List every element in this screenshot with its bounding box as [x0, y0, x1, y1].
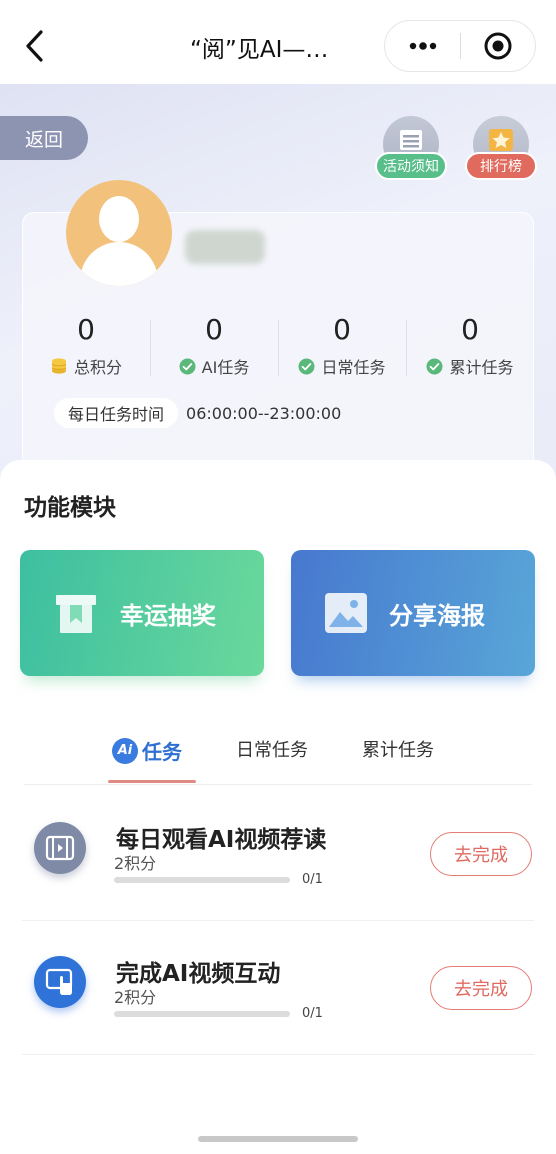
film-icon: [34, 822, 86, 874]
go-complete-button[interactable]: 去完成: [430, 832, 532, 876]
daily-task-time-row: 每日任务时间 06:00:00--23:00:00: [54, 398, 341, 428]
stat-label-row: 日常任务: [278, 354, 406, 378]
tab-ai-tasks[interactable]: Ai 任务: [112, 736, 182, 765]
stat-total-points: 0 总积分: [22, 310, 150, 390]
back-arrow-icon[interactable]: [14, 26, 54, 66]
check-circle-icon: [179, 358, 196, 375]
stat-label-row: AI任务: [150, 354, 278, 378]
section-title: 功能模块: [24, 495, 116, 521]
mini-program-capsule: [384, 20, 536, 72]
task-progress-text: 0/1: [302, 872, 323, 887]
task-item: 完成AI视频互动 2积分 0/1 去完成: [22, 920, 534, 1054]
tab-ai-label: 任务: [142, 740, 182, 764]
stat-label: AI任务: [201, 358, 250, 377]
lucky-draw-label: 幸运抽奖: [120, 601, 216, 630]
stat-label: 总积分: [73, 358, 122, 377]
check-circle-icon: [426, 358, 443, 375]
task-progress-text: 0/1: [302, 1006, 323, 1021]
tabs-divider: [24, 784, 532, 785]
task-points: 2积分: [114, 988, 157, 1007]
active-tab-indicator: [108, 780, 196, 783]
rank-label: 排行榜: [465, 152, 537, 180]
task-points: 2积分: [114, 854, 157, 873]
stat-label: 日常任务: [321, 358, 386, 377]
task-tabs: Ai 任务 日常任务 累计任务: [0, 730, 556, 786]
image-icon: [323, 590, 369, 636]
daily-task-time-label: 每日任务时间: [54, 398, 179, 428]
top-navbar: “阅”见AI—…: [0, 0, 556, 90]
stat-value: 0: [461, 313, 479, 346]
stat-value: 0: [205, 313, 223, 346]
stat-ai-tasks: 0 AI任务: [150, 310, 278, 390]
coin-stack-icon: [50, 357, 68, 375]
stat-value: 0: [77, 313, 95, 346]
stat-label-row: 累计任务: [406, 354, 534, 378]
check-circle-icon: [298, 358, 315, 375]
touch-screen-icon: [34, 956, 86, 1008]
share-poster-label: 分享海报: [389, 601, 485, 630]
username-blurred: [185, 230, 265, 264]
task-title: 完成AI视频互动: [116, 961, 281, 987]
page-title: “阅”见AI—…: [190, 37, 329, 62]
stat-label: 累计任务: [449, 358, 514, 377]
task-progress-bar: [114, 1011, 290, 1017]
avatar-head: [99, 196, 139, 242]
task-title: 每日观看AI视频荐读: [116, 827, 327, 853]
back-button[interactable]: 返回: [0, 116, 88, 160]
task-progress-bar: [114, 877, 290, 883]
more-options-icon[interactable]: [385, 21, 460, 71]
activity-notice-button[interactable]: 活动须知: [375, 116, 447, 186]
stat-cumulative-tasks: 0 累计任务: [406, 310, 534, 390]
go-complete-button[interactable]: 去完成: [430, 966, 532, 1010]
ranking-button[interactable]: 排行榜: [465, 116, 537, 186]
stat-label-row: 总积分: [22, 354, 150, 378]
gift-bookmark-icon: [52, 589, 100, 637]
tab-cumulative-tasks[interactable]: 累计任务: [362, 736, 434, 762]
task-item: 每日观看AI视频荐读 2积分 0/1 去完成: [22, 786, 534, 920]
home-indicator: [198, 1136, 358, 1142]
tab-daily-tasks[interactable]: 日常任务: [236, 736, 308, 762]
ai-badge-icon: Ai: [112, 737, 138, 764]
notice-label: 活动须知: [375, 152, 447, 180]
avatar-body: [80, 242, 158, 286]
share-poster-button[interactable]: 分享海报: [291, 550, 535, 676]
close-mini-program-icon[interactable]: [461, 21, 535, 71]
avatar[interactable]: [66, 180, 172, 286]
stat-value: 0: [333, 313, 351, 346]
task-divider: [22, 1054, 534, 1055]
daily-task-time-value: 06:00:00--23:00:00: [186, 403, 342, 423]
stat-daily-tasks: 0 日常任务: [278, 310, 406, 390]
stats-row: 0 总积分 0 AI任务 0 日常任务 0 累计任务: [22, 310, 534, 390]
lucky-draw-button[interactable]: 幸运抽奖: [20, 550, 264, 676]
